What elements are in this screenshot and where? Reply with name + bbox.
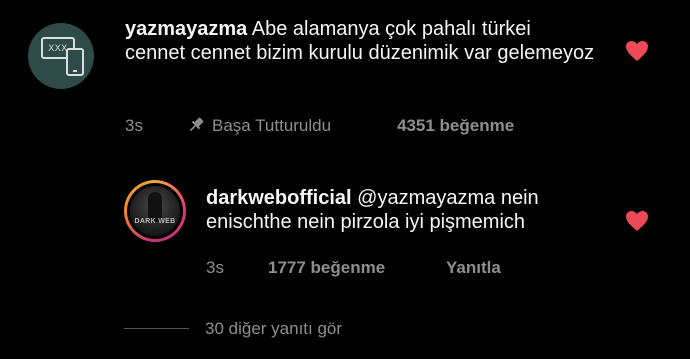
comment-body: yazmayazma Abe alamanya çok pahalı türke… <box>125 17 595 65</box>
reply-body: darkwebofficial @yazmayazma nein enischt… <box>206 186 606 234</box>
comment-time: 3s <box>125 116 143 135</box>
phone-icon <box>66 48 84 76</box>
pin-icon <box>189 117 204 132</box>
comment-likes[interactable]: 4351 beğenme <box>397 116 514 136</box>
avatar-label: DARK WEB <box>134 218 176 225</box>
reply-time: 3s <box>206 258 224 277</box>
reply-likes-count: 1777 beğenme <box>268 258 386 277</box>
reply-button[interactable]: Yanıtla <box>446 258 501 278</box>
divider <box>124 328 189 329</box>
reply-avatar[interactable]: DARK WEB <box>124 180 186 242</box>
avatar[interactable]: XXX <box>28 23 94 89</box>
reply-username[interactable]: darkwebofficial <box>206 187 352 209</box>
avatar-image: DARK WEB <box>130 186 180 236</box>
reply-button-label: Yanıtla <box>446 258 501 277</box>
reply-mention[interactable]: @yazmayazma <box>357 187 495 209</box>
comment-username[interactable]: yazmayazma <box>125 18 247 40</box>
pinned-label: Başa Tutturuldu <box>212 116 332 135</box>
reply-likes[interactable]: 1777 beğenme <box>268 258 385 278</box>
comment-likes-count: 4351 beğenme <box>397 116 515 135</box>
heart-icon[interactable] <box>625 210 649 232</box>
heart-icon[interactable] <box>625 40 649 62</box>
view-more-replies[interactable]: 30 diğer yanıtı gör <box>205 319 342 339</box>
